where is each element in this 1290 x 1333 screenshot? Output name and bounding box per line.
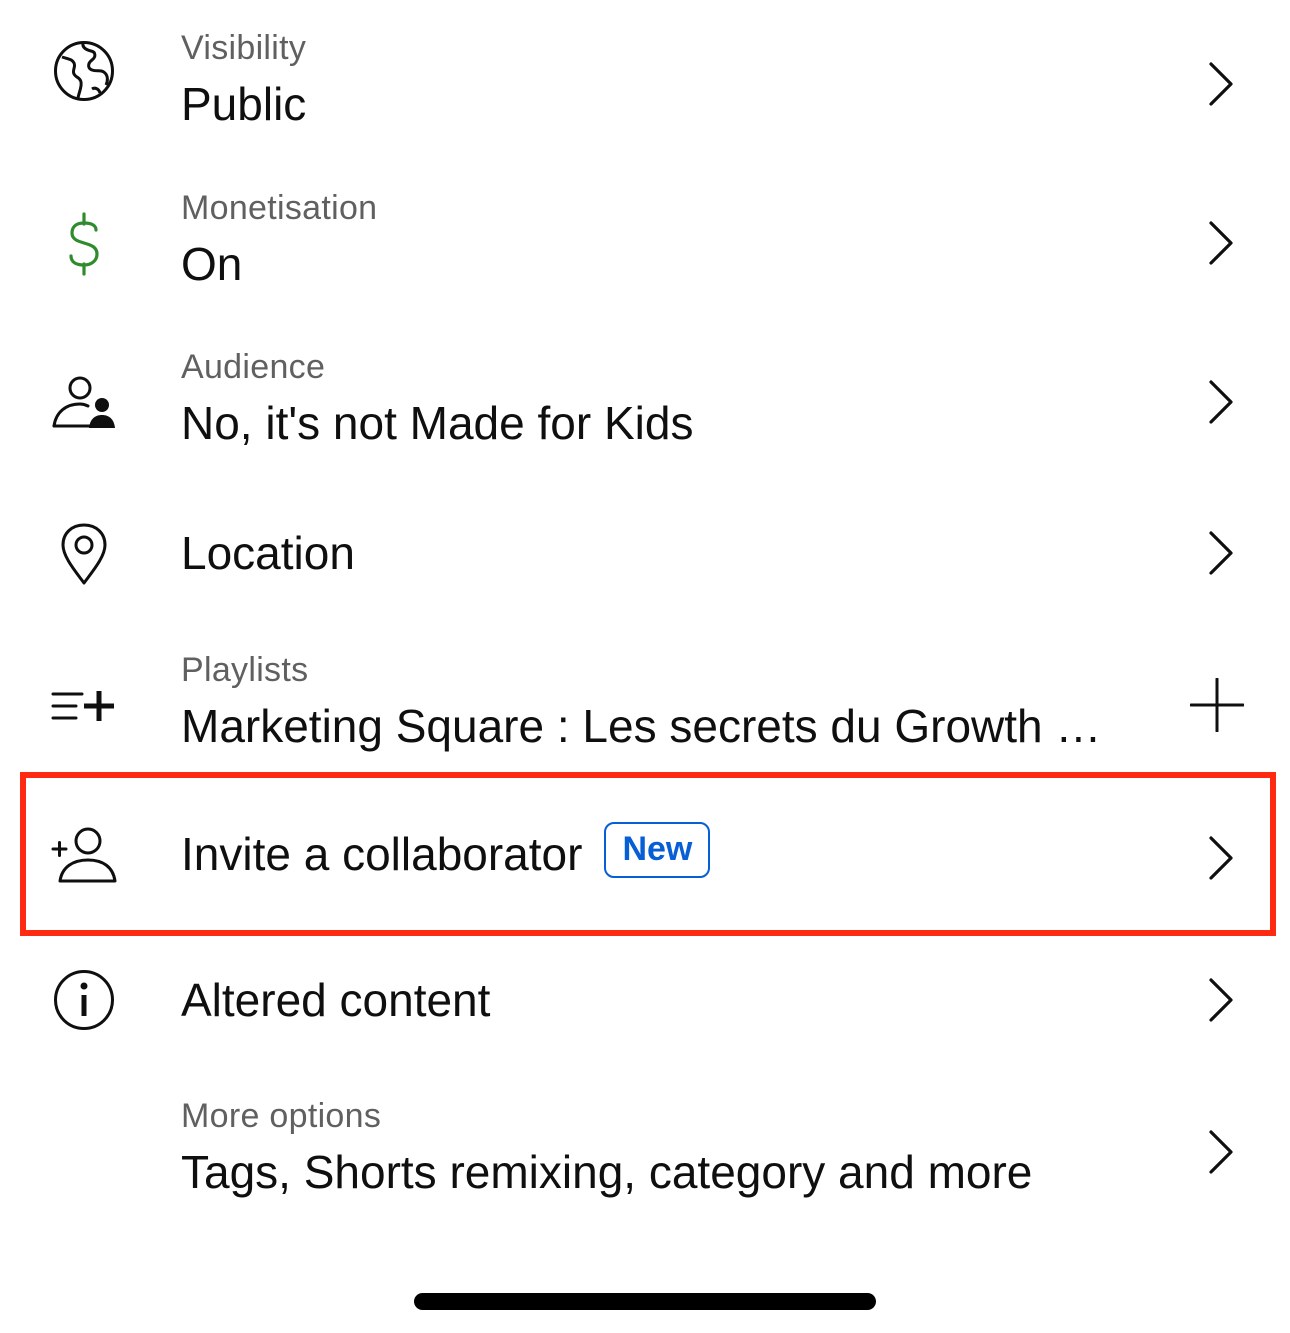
dollar-icon [50,210,118,278]
visibility-label: Visibility [181,29,307,67]
audience-icon [50,368,118,436]
location-row[interactable]: Location [0,497,1290,613]
altered-content-row[interactable]: Altered content [0,942,1290,1058]
home-indicator[interactable] [414,1293,876,1310]
invite-collaborator-row[interactable]: Invite a collaborator New [0,788,1290,920]
chevron-right-icon [1196,376,1242,428]
chevron-right-icon [1196,527,1242,579]
chevron-right-icon [1196,58,1242,110]
location-value: Location [181,527,355,579]
monetisation-label: Monetisation [181,189,378,227]
chevron-right-icon [1196,217,1242,269]
chevron-right-icon [1196,1126,1242,1178]
audience-label: Audience [181,348,326,386]
monetisation-row[interactable]: Monetisation On [0,180,1290,310]
visibility-row[interactable]: Visibility Public [0,20,1290,150]
visibility-value: Public [181,78,307,130]
altered-content-value: Altered content [181,974,491,1026]
chevron-right-icon [1196,974,1242,1026]
playlists-row[interactable]: Playlists Marketing Square : Les secrets… [0,642,1290,766]
globe-icon [50,37,118,105]
playlists-value: Marketing Square : Les secrets du Growth… [181,700,1130,752]
add-person-icon [50,824,118,892]
more-options-value: Tags, Shorts remixing, category and more [181,1146,1033,1198]
more-options-row[interactable]: More options Tags, Shorts remixing, cate… [0,1088,1290,1218]
new-badge: New [604,822,711,878]
plus-icon[interactable] [1189,677,1245,733]
location-pin-icon [50,521,118,589]
playlist-add-icon [50,672,118,740]
playlists-label: Playlists [181,651,309,689]
invite-collaborator-value: Invite a collaborator [181,828,583,880]
audience-value: No, it's not Made for Kids [181,397,694,449]
chevron-right-icon [1196,832,1242,884]
audience-row[interactable]: Audience No, it's not Made for Kids [0,339,1290,469]
more-options-label: More options [181,1097,382,1135]
monetisation-value: On [181,238,243,290]
info-icon [50,966,118,1034]
